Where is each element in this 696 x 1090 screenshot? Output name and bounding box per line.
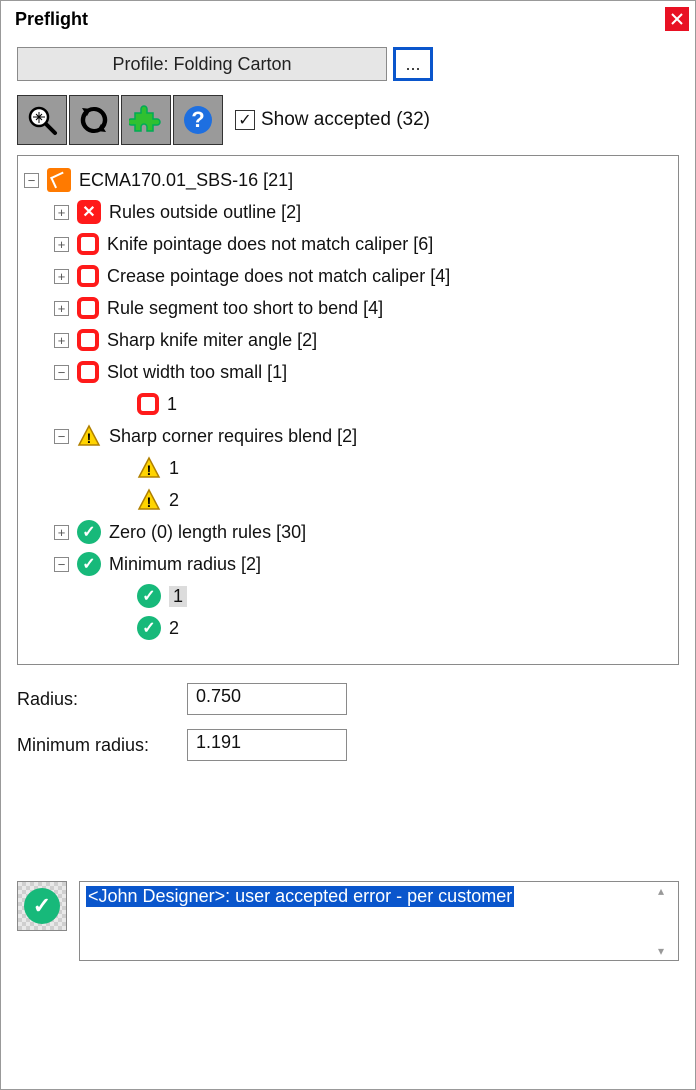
tree-node-crease[interactable]: + Crease pointage does not match caliper…	[24, 260, 672, 292]
comment-textarea[interactable]: <John Designer>: user accepted error - p…	[79, 881, 679, 961]
tree-root[interactable]: − ECMA170.01_SBS-16 [21]	[24, 164, 672, 196]
check-icon: ✓	[77, 552, 101, 576]
expander-icon[interactable]: +	[54, 525, 69, 540]
svg-text:!: !	[147, 494, 152, 510]
expander-icon[interactable]: +	[54, 237, 69, 252]
comment-text: <John Designer>: user accepted error - p…	[86, 886, 514, 907]
error-icon: ✕	[77, 200, 101, 224]
tree-node-knife[interactable]: + Knife pointage does not match caliper …	[24, 228, 672, 260]
profile-selector[interactable]: Profile: Folding Carton	[17, 47, 387, 81]
ellipsis-icon: ...	[405, 54, 420, 75]
tree-node-miter[interactable]: + Sharp knife miter angle [2]	[24, 324, 672, 356]
node-label: 1	[169, 458, 179, 479]
tree-node-segment[interactable]: + Rule segment too short to bend [4]	[24, 292, 672, 324]
refresh-button[interactable]	[69, 95, 119, 145]
minradius-label: Minimum radius:	[17, 735, 187, 756]
document-icon	[47, 168, 71, 192]
node-label: 2	[169, 618, 179, 639]
tree-node-minradius[interactable]: − ✓ Minimum radius [2]	[24, 548, 672, 580]
expander-icon[interactable]: −	[24, 173, 39, 188]
error-icon	[77, 233, 99, 255]
node-label: Rule segment too short to bend [4]	[107, 298, 383, 319]
svg-text:!: !	[87, 430, 92, 446]
check-icon: ✓	[24, 888, 60, 924]
help-icon: ?	[181, 103, 215, 137]
help-button[interactable]: ?	[173, 95, 223, 145]
puzzle-icon	[129, 103, 163, 137]
node-label: Sharp knife miter angle [2]	[107, 330, 317, 351]
scroll-down-icon[interactable]: ▾	[658, 944, 676, 958]
check-icon: ✓	[238, 110, 251, 130]
tree-leaf-slot-1[interactable]: 1	[24, 388, 672, 420]
error-icon	[77, 329, 99, 351]
expander-icon[interactable]: +	[54, 333, 69, 348]
node-label: 1	[169, 586, 187, 607]
tree-leaf-mr-2[interactable]: ✓ 2	[24, 612, 672, 644]
zoom-button[interactable]	[17, 95, 67, 145]
show-accepted-label: Show accepted (32)	[261, 109, 430, 131]
expander-icon[interactable]: +	[54, 205, 69, 220]
profile-label: Profile: Folding Carton	[112, 54, 291, 75]
error-icon	[137, 393, 159, 415]
node-label: Crease pointage does not match caliper […	[107, 266, 450, 287]
window-title: Preflight	[15, 9, 88, 30]
node-label: Minimum radius [2]	[109, 554, 261, 575]
shape-button[interactable]	[121, 95, 171, 145]
accept-status-button[interactable]: ✓	[17, 881, 67, 931]
scroll-up-icon[interactable]: ▴	[658, 884, 676, 898]
expander-icon[interactable]: +	[54, 301, 69, 316]
minradius-value[interactable]: 1.191	[187, 729, 347, 761]
tree-node-slot[interactable]: − Slot width too small [1]	[24, 356, 672, 388]
node-label: Knife pointage does not match caliper [6…	[107, 234, 433, 255]
check-icon: ✓	[137, 616, 161, 640]
magnifier-icon	[25, 103, 59, 137]
expander-icon[interactable]: −	[54, 557, 69, 572]
node-label: Sharp corner requires blend [2]	[109, 426, 357, 447]
refresh-icon	[77, 103, 111, 137]
show-accepted-checkbox[interactable]: ✓	[235, 110, 255, 130]
node-label: 1	[167, 394, 177, 415]
tree-node-rules-outside[interactable]: + ✕ Rules outside outline [2]	[24, 196, 672, 228]
node-label: Slot width too small [1]	[107, 362, 287, 383]
tree-node-zero[interactable]: + ✓ Zero (0) length rules [30]	[24, 516, 672, 548]
check-icon: ✓	[77, 520, 101, 544]
expander-icon[interactable]: −	[54, 429, 69, 444]
tree-leaf-sc-2[interactable]: ! 2	[24, 484, 672, 516]
radius-value[interactable]: 0.750	[187, 683, 347, 715]
close-button[interactable]	[665, 7, 689, 31]
error-icon	[77, 361, 99, 383]
node-label: Rules outside outline [2]	[109, 202, 301, 223]
close-icon	[671, 13, 683, 25]
warning-icon: !	[137, 456, 161, 480]
svg-text:!: !	[147, 462, 152, 478]
radius-label: Radius:	[17, 689, 187, 710]
node-label: ECMA170.01_SBS-16 [21]	[79, 170, 293, 191]
svg-text:?: ?	[191, 107, 204, 132]
tree-leaf-mr-1[interactable]: ✓ 1	[24, 580, 672, 612]
warning-icon: !	[137, 488, 161, 512]
check-icon: ✓	[137, 584, 161, 608]
tree-leaf-sc-1[interactable]: ! 1	[24, 452, 672, 484]
node-label: Zero (0) length rules [30]	[109, 522, 306, 543]
expander-icon[interactable]: +	[54, 269, 69, 284]
warning-icon: !	[77, 424, 101, 448]
error-icon	[77, 265, 99, 287]
node-label: 2	[169, 490, 179, 511]
scrollbar[interactable]: ▴ ▾	[658, 884, 676, 958]
results-tree[interactable]: − ECMA170.01_SBS-16 [21] + ✕ Rules outsi…	[17, 155, 679, 665]
profile-more-button[interactable]: ...	[393, 47, 433, 81]
error-icon	[77, 297, 99, 319]
expander-icon[interactable]: −	[54, 365, 69, 380]
tree-node-sharpcorner[interactable]: − ! Sharp corner requires blend [2]	[24, 420, 672, 452]
